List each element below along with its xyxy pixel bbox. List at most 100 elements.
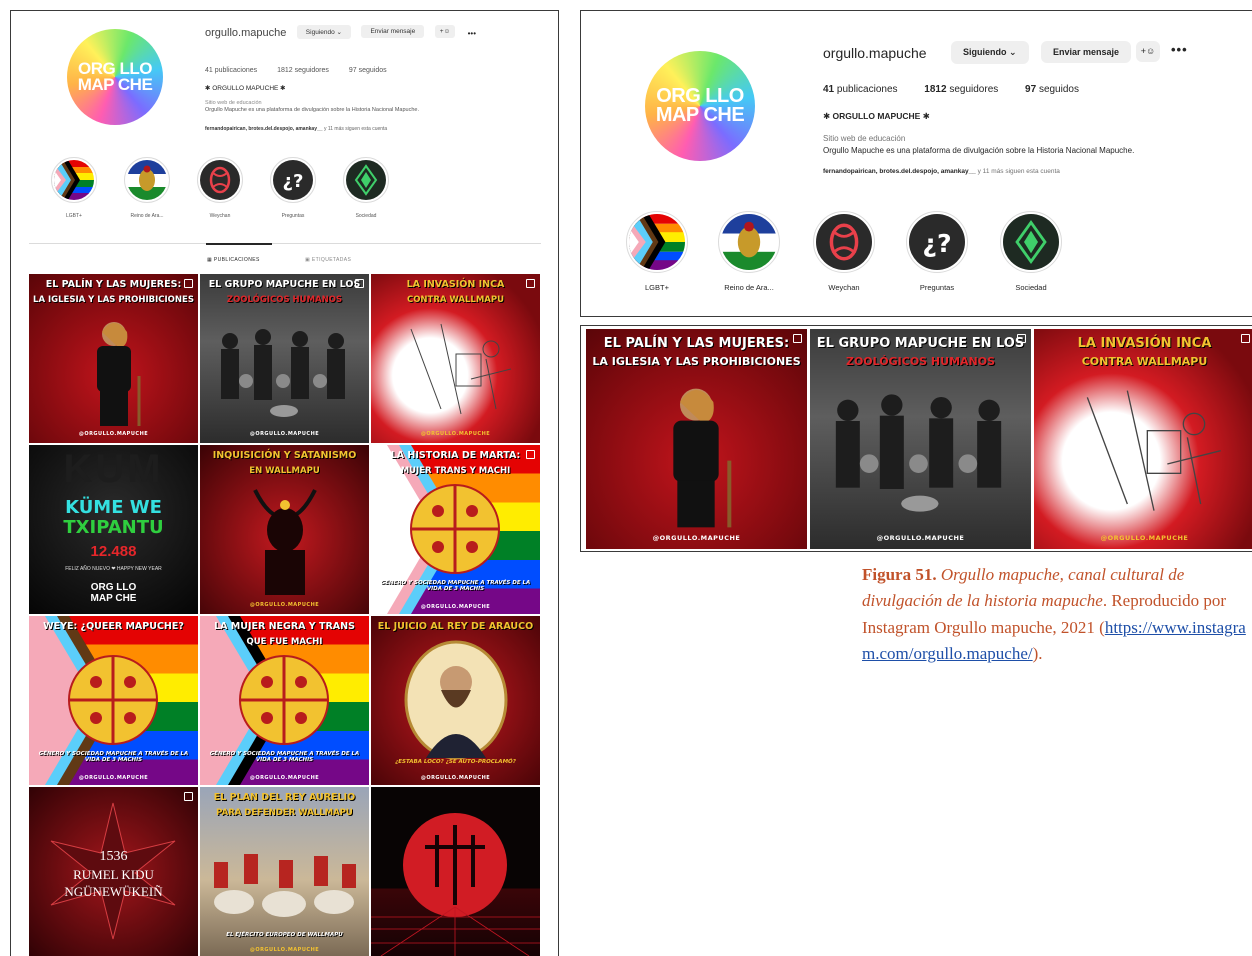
- followers-count: 1812: [924, 84, 947, 95]
- following-stat[interactable]: 97 seguidos: [349, 67, 387, 74]
- avatar-text-line2: MAP CHE: [77, 75, 153, 94]
- following-stat[interactable]: 97 seguidos: [1025, 84, 1079, 95]
- post-palin[interactable]: EL PALÍN Y LAS MUJERES: LA IGLESIA Y LAS…: [29, 274, 198, 443]
- post-invasion-inca[interactable]: LA INVASIÓN INCA CONTRA WALLMAPU @ORGULL…: [371, 274, 540, 443]
- post-mujer-negra[interactable]: LA MUJER NEGRA Y TRANS QUE FUE MACHI GÉN…: [200, 616, 369, 785]
- followers-stat[interactable]: 1812 seguidores: [924, 84, 998, 95]
- more-options-icon[interactable]: •••: [468, 29, 476, 38]
- highlight-label: Preguntas: [919, 283, 955, 292]
- post-subtitle: ZOOLÓGICOS HUMANOS: [226, 295, 343, 305]
- post-handle: @ORGULLO.MAPUCHE: [420, 431, 491, 437]
- post-logo-line1: ORG LLO: [90, 582, 137, 593]
- post-subtitle: MUJER TRANS Y MACHI: [400, 466, 511, 476]
- post-title: EL PLAN DEL REY AURELIO: [213, 792, 356, 803]
- avatar-text-line2: MAP CHE: [655, 104, 745, 126]
- message-button[interactable]: Enviar mensaje: [1041, 41, 1132, 63]
- coat-of-arms-icon: [127, 160, 167, 200]
- posts-grid: EL PALÍN Y LAS MUJERES: LA IGLESIA Y LAS…: [29, 274, 541, 956]
- battle-sketch-image: [1086, 390, 1221, 511]
- post-zoologicos[interactable]: EL GRUPO MAPUCHE EN LOS ZOOLÓGICOS HUMAN…: [200, 274, 369, 443]
- highlight-reino[interactable]: Reino de Ara...: [112, 157, 182, 219]
- post-logo-line2: MAP CHE: [90, 593, 137, 604]
- post-handle: @ORGULLO.MAPUCHE: [652, 534, 741, 542]
- tabs-divider: [29, 243, 541, 244]
- highlight-lgbt[interactable]: LGBT+: [615, 211, 699, 292]
- highlight-sociedad[interactable]: Sociedad: [989, 211, 1073, 292]
- profile-stats: 41 publicaciones 1812 seguidores 97 segu…: [823, 84, 1103, 95]
- post-body: GÉNERO Y SOCIEDAD MAPUCHE A TRAVÉS DE LA…: [38, 751, 189, 763]
- message-button[interactable]: Enviar mensaje: [361, 25, 425, 39]
- add-user-icon[interactable]: +☺: [1136, 41, 1160, 62]
- highlight-label: Reino de Ara...: [724, 283, 774, 292]
- post-year: 12.488: [90, 543, 137, 560]
- group-photo-image: [835, 394, 1002, 512]
- post-subtitle: QUE FUE MACHI: [246, 637, 323, 647]
- followers-count: 1812: [277, 67, 293, 74]
- post-subtitle: LA IGLESIA Y LAS PROHIBICIONES: [592, 355, 801, 368]
- highlight-weychan[interactable]: Weychan: [185, 157, 255, 219]
- following-button[interactable]: Siguiendo ⌄: [296, 24, 351, 39]
- tab-tagged-label: ETIQUETADAS: [311, 257, 352, 263]
- highlight-label: Sociedad: [355, 213, 377, 219]
- post-handle: @ORGULLO.MAPUCHE: [249, 602, 320, 608]
- post-title: EL JUICIO AL REY DE ARAUCO: [377, 621, 534, 632]
- profile-avatar[interactable]: ORG LLO MAP CHE: [645, 51, 755, 161]
- tab-etiquetadas[interactable]: ▣ ETIQUETADAS: [305, 257, 351, 263]
- followed-by[interactable]: fernandopairican, brotes.del.despojo, am…: [823, 168, 1060, 175]
- highlight-preguntas[interactable]: ¿? Preguntas: [258, 157, 328, 219]
- post-body: NGÜNEWÜKEIÑ: [64, 884, 163, 899]
- post-handle: @ORGULLO.MAPUCHE: [249, 775, 320, 781]
- highlight-reino[interactable]: Reino de Ara...: [707, 211, 791, 292]
- right-profile-header-screenshot: ORG LLO MAP CHE orgullo.mapuche Siguiend…: [580, 10, 1252, 317]
- highlight-lgbt[interactable]: LGBT+: [39, 157, 109, 219]
- post-juicio-rey[interactable]: EL JUICIO AL REY DE ARAUCO ¿ESTABA LOCO?…: [371, 616, 540, 785]
- add-user-icon[interactable]: +☺: [434, 25, 456, 39]
- more-options-icon[interactable]: •••: [1171, 42, 1188, 57]
- sun-symbol-image: [371, 813, 540, 956]
- woman-figure-image: [673, 388, 732, 528]
- post-handle: @ORGULLO.MAPUCHE: [1100, 534, 1189, 542]
- profile-avatar[interactable]: ORG LLO MAP CHE: [67, 29, 163, 125]
- carousel-icon: [526, 450, 535, 459]
- carousel-icon: [184, 279, 193, 288]
- post-historia-marta[interactable]: LA HISTORIA DE MARTA: MUJER TRANS Y MACH…: [371, 445, 540, 614]
- bio: Sitio web de educación Orgullo Mapuche e…: [823, 133, 1134, 156]
- highlight-weychan[interactable]: Weychan: [802, 211, 886, 292]
- followed-by[interactable]: fernandopairican, brotes.del.despojo, am…: [205, 126, 387, 132]
- grid-icon: ▦: [207, 257, 213, 263]
- highlight-label: Weychan: [828, 283, 860, 292]
- post-subtitle: PARA DEFENDER WALLMAPU: [216, 808, 353, 818]
- post-handle: @ORGULLO.MAPUCHE: [249, 431, 320, 437]
- posts-stat[interactable]: 41 publicaciones: [205, 67, 257, 74]
- display-name: ✱ ORGULLO MAPUCHE ✱: [823, 111, 930, 121]
- post-invasion-inca[interactable]: LA INVASIÓN INCA CONTRA WALLMAPU @ORGULL…: [1034, 329, 1252, 549]
- post-weye[interactable]: WEYE: ¿QUEER MAPUCHE? GÉNERO Y SOCIEDAD …: [29, 616, 198, 785]
- chevron-down-icon: ⌄: [1009, 47, 1017, 57]
- portrait-image: [404, 640, 508, 760]
- carousel-icon: [526, 279, 535, 288]
- posts-stat[interactable]: 41 publicaciones: [823, 84, 898, 95]
- post-handle: @ORGULLO.MAPUCHE: [78, 431, 149, 437]
- figure-caption: Figura 51. Orgullo mapuche, canal cultur…: [862, 562, 1247, 667]
- post-plan-rey-aurelio[interactable]: EL PLAN DEL REY AURELIO PARA DEFENDER WA…: [200, 787, 369, 956]
- post-red-sun[interactable]: [371, 787, 540, 956]
- post-subtitle: TXIPANTU: [63, 517, 164, 538]
- followed-by-more: y 11 más siguen esta cuenta: [977, 168, 1060, 175]
- post-zoologicos[interactable]: EL GRUPO MAPUCHE EN LOS ZOOLÓGICOS HUMAN…: [810, 329, 1031, 549]
- posts-count: 41: [823, 84, 835, 95]
- post-kume-we-txipantu[interactable]: KUM KÜME WE TXIPANTU 12.488 FELIZ AÑO NU…: [29, 445, 198, 614]
- highlight-preguntas[interactable]: ¿? Preguntas: [895, 211, 979, 292]
- post-body: EL EJÉRCITO EUROPEO DE WALLMAPU: [226, 932, 343, 938]
- tab-publicaciones[interactable]: ▦ PUBLICACIONES: [207, 257, 260, 263]
- followers-stat[interactable]: 1812 seguidores: [277, 67, 329, 74]
- followed-by-names: fernandopairican, brotes.del.despojo, am…: [823, 168, 976, 175]
- highlight-sociedad[interactable]: Sociedad: [331, 157, 401, 219]
- post-rumel-kidu[interactable]: 1536 RUMEL KIDU NGÜNEWÜKEIÑ: [29, 787, 198, 956]
- post-title: 1536: [99, 849, 128, 864]
- highlight-label: LGBT+: [645, 283, 669, 292]
- post-palin[interactable]: EL PALÍN Y LAS MUJERES: LA IGLESIA Y LAS…: [586, 329, 807, 549]
- post-inquisicion[interactable]: INQUISICIÓN Y SATANISMO EN WALLMAPU @ORG…: [200, 445, 369, 614]
- left-profile-screenshot: ORG LLO MAP CHE orgullo.mapuche Siguiend…: [10, 10, 559, 956]
- posts-grid: EL PALÍN Y LAS MUJERES: LA IGLESIA Y LAS…: [586, 329, 1252, 549]
- following-button[interactable]: Siguiendo ⌄: [951, 41, 1029, 64]
